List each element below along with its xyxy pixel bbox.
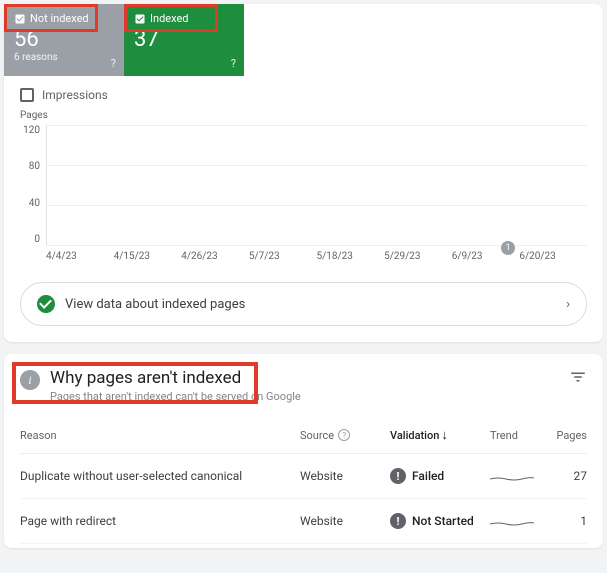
tile-subtext: 6 reasons (14, 52, 114, 63)
cell-pages: 1 (550, 514, 587, 528)
impressions-label: Impressions (42, 88, 108, 102)
y-axis-label: Pages (20, 110, 587, 121)
cell-trend (490, 517, 550, 525)
chevron-right-icon: › (566, 297, 570, 312)
y-axis-ticks: 120 80 40 0 (20, 125, 46, 245)
help-icon[interactable]: ? (231, 57, 236, 70)
section-subtitle: Pages that aren't indexed can't be serve… (50, 390, 301, 403)
status-tile-not-indexed[interactable]: Not indexed 56 6 reasons ? (4, 4, 124, 76)
check-circle-icon (37, 295, 55, 313)
cell-pages: 27 (550, 469, 587, 483)
tile-label: Not indexed (30, 12, 89, 25)
arrow-down-icon: ↓ (441, 427, 448, 443)
tile-value: 56 (14, 27, 114, 52)
cell-reason: Duplicate without user-selected canonica… (20, 469, 300, 483)
cell-validation: !Not Started (390, 513, 490, 529)
header-trend[interactable]: Trend (490, 429, 550, 442)
status-dot-icon: ! (390, 513, 406, 529)
cell-reason: Page with redirect (20, 514, 300, 528)
checkbox-checked-icon (14, 13, 26, 25)
checkbox-unchecked-icon (20, 88, 34, 102)
chart-marker-icon[interactable]: 1 (501, 241, 515, 255)
cell-source: Website (300, 514, 390, 528)
filter-button[interactable] (569, 368, 587, 390)
tile-value: 37 (134, 27, 234, 52)
info-icon: i (20, 370, 40, 390)
indexing-chart: Pages 120 80 40 0 1 4/4/23 4/15/23 4/26/… (4, 110, 603, 262)
impressions-toggle[interactable]: Impressions (4, 84, 603, 110)
filter-icon (569, 368, 587, 386)
header-source[interactable]: Source? (300, 429, 390, 442)
cell-trend (490, 472, 550, 480)
status-tile-indexed[interactable]: Indexed 37 ? (124, 4, 244, 76)
table-row[interactable]: Page with redirectWebsite!Not Started 1 (20, 499, 587, 544)
chart-plot[interactable]: 1 (46, 125, 587, 245)
table-row[interactable]: Duplicate without user-selected canonica… (20, 454, 587, 499)
status-tiles-row: Not indexed 56 6 reasons ? Indexed 37 ? (4, 4, 603, 84)
table-header: Reason Source? Validation↓ Trend Pages (20, 403, 587, 454)
help-icon[interactable]: ? (111, 57, 116, 70)
section-title: Why pages aren't indexed (50, 368, 301, 388)
header-reason[interactable]: Reason (20, 429, 300, 442)
checkbox-checked-icon (134, 13, 146, 25)
cell-validation: !Failed (390, 468, 490, 484)
help-icon[interactable]: ? (338, 429, 350, 441)
view-data-label: View data about indexed pages (65, 297, 245, 312)
header-validation[interactable]: Validation↓ (390, 427, 490, 443)
tile-label: Indexed (150, 12, 189, 25)
view-indexed-data-link[interactable]: View data about indexed pages › (20, 282, 587, 326)
header-pages[interactable]: Pages (550, 429, 587, 442)
cell-source: Website (300, 469, 390, 483)
status-dot-icon: ! (390, 468, 406, 484)
